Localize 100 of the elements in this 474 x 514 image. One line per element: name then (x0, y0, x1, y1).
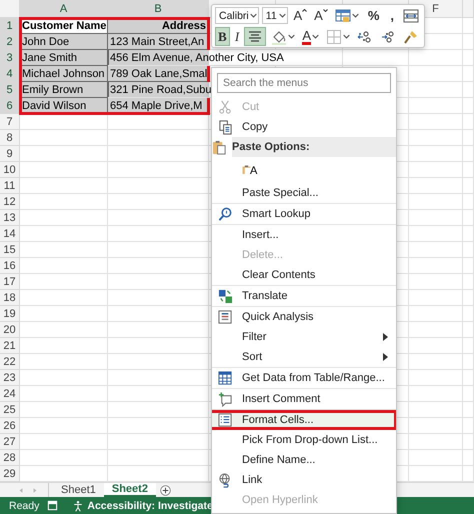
shrink-font-button[interactable]: A (312, 6, 330, 25)
column-header[interactable]: A (20, 0, 108, 18)
font-color-button[interactable]: A (300, 27, 321, 46)
caret-icon (343, 34, 350, 39)
grow-font-button[interactable]: A (291, 6, 310, 25)
menu-item[interactable]: Pick From Drop-down List... (212, 430, 396, 450)
menu-item[interactable]: Filter (212, 327, 396, 347)
sheet-tab[interactable]: Sheet1 (53, 483, 104, 497)
menu-item[interactable]: Get Data from Table/Range... (212, 368, 396, 388)
table-cell: 456 Elm Avenue, Another City, USA (108, 50, 343, 66)
list-icon (218, 412, 233, 428)
caret-icon (250, 13, 257, 18)
caret-up-icon (302, 9, 308, 12)
add-sheet-icon[interactable] (160, 484, 171, 496)
menu-item[interactable]: Smart Lookup (212, 204, 396, 224)
menu-item[interactable]: Copy (212, 117, 396, 137)
caret-icon (352, 13, 359, 18)
row-header[interactable]: 26 (0, 418, 20, 434)
row-header[interactable]: 17 (0, 274, 20, 290)
italic-button[interactable]: I (232, 27, 242, 46)
table-cell: John Doe (20, 34, 108, 50)
row-header[interactable]: 2 (0, 34, 20, 50)
search-field[interactable]: Search the menus (217, 73, 391, 93)
menu-item[interactable]: Insert... (212, 225, 396, 245)
table-cell: Michael Johnson (20, 66, 108, 82)
row-header[interactable]: 10 (0, 162, 20, 178)
caret-icon (279, 13, 286, 18)
menu-item[interactable]: Link (212, 470, 396, 490)
menu-item[interactable]: Clear Contents (212, 265, 396, 285)
row-header[interactable]: 14 (0, 226, 20, 242)
row-header[interactable]: 13 (0, 210, 20, 226)
row-header[interactable]: 18 (0, 290, 20, 306)
row-header[interactable]: 22 (0, 354, 20, 370)
row-header[interactable]: 15 (0, 242, 20, 258)
submenu-arrow-icon (383, 333, 388, 341)
grid-icon (218, 370, 233, 386)
row-header[interactable]: 28 (0, 450, 20, 466)
search-icon (218, 206, 233, 222)
row-header[interactable]: 29 (0, 466, 20, 482)
menu-item[interactable]: Sort (212, 347, 396, 367)
comment-icon (218, 392, 233, 406)
row-header[interactable]: 24 (0, 386, 20, 402)
row-header[interactable]: 9 (0, 146, 20, 162)
row-header[interactable]: 16 (0, 258, 20, 274)
align-center-icon (247, 28, 264, 44)
row-header[interactable]: 19 (0, 306, 20, 322)
caret-down-icon (322, 9, 328, 12)
menu-item[interactable]: Translate (212, 286, 396, 306)
accessibility-status[interactable]: Accessibility: Investigate (87, 500, 213, 512)
row-header[interactable]: 21 (0, 338, 20, 354)
paintbrush-icon (403, 28, 419, 44)
row-header[interactable]: 5 (0, 82, 20, 98)
table-cell: Emily Brown (20, 82, 108, 98)
row-header[interactable]: 23 (0, 370, 20, 386)
bold-button[interactable]: B (215, 27, 230, 46)
menu-item[interactable]: Define Name... (212, 450, 396, 470)
row-header[interactable]: 8 (0, 130, 20, 146)
size-dropdown[interactable]: 11 (262, 7, 288, 24)
menu-item[interactable]: Insert Comment (212, 389, 396, 409)
document-icon (218, 310, 233, 324)
align-center-button[interactable] (244, 27, 266, 46)
decrease-decimal-icon (380, 28, 396, 44)
row-header[interactable]: 6 (0, 98, 20, 114)
accessibility-icon[interactable] (72, 500, 84, 512)
percent-button[interactable]: % (364, 6, 384, 25)
copy-icon (218, 120, 233, 134)
merge-icon (403, 8, 419, 24)
status-text: Ready (9, 500, 40, 512)
row-header[interactable]: 7 (0, 114, 20, 130)
borders-icon (326, 28, 342, 44)
menu-item[interactable]: Quick Analysis (212, 307, 396, 327)
paint-bucket-icon (271, 28, 288, 44)
row-header[interactable]: 3 (0, 50, 20, 66)
table-cell: Jane Smith (20, 50, 108, 66)
table-cell: 123 Main Street,An (108, 34, 209, 50)
row-header[interactable]: 20 (0, 322, 20, 338)
paste-option-button[interactable]: A (242, 163, 258, 177)
page-view-icon[interactable] (47, 500, 58, 511)
font-dropdown[interactable]: Calibri (215, 7, 259, 24)
scissors-icon (218, 100, 233, 114)
menu-item[interactable]: Format Cells... (212, 410, 396, 430)
column-header[interactable]: B (108, 0, 209, 18)
row-header[interactable]: 1 (0, 18, 20, 34)
sheet-tab[interactable]: Sheet2 (104, 483, 156, 497)
increase-decimal-icon (357, 28, 373, 44)
row-header[interactable]: 27 (0, 434, 20, 450)
caret-icon (288, 34, 296, 39)
row-header[interactable]: 12 (0, 194, 20, 210)
table-cell: 789 Oak Lane,Smal (108, 66, 209, 82)
submenu-arrow-icon (383, 353, 388, 361)
row-header[interactable]: 25 (0, 402, 20, 418)
caret-icon (312, 34, 319, 39)
menu-item[interactable]: Paste Special... (212, 183, 396, 203)
table-icon (334, 8, 351, 24)
section-label: Paste Options: (232, 141, 310, 153)
row-header[interactable]: 4 (0, 66, 20, 82)
translate-icon (218, 288, 233, 304)
clipboard-icon (242, 163, 251, 177)
row-header[interactable]: 11 (0, 178, 20, 194)
comma-button[interactable]: , (386, 6, 398, 25)
